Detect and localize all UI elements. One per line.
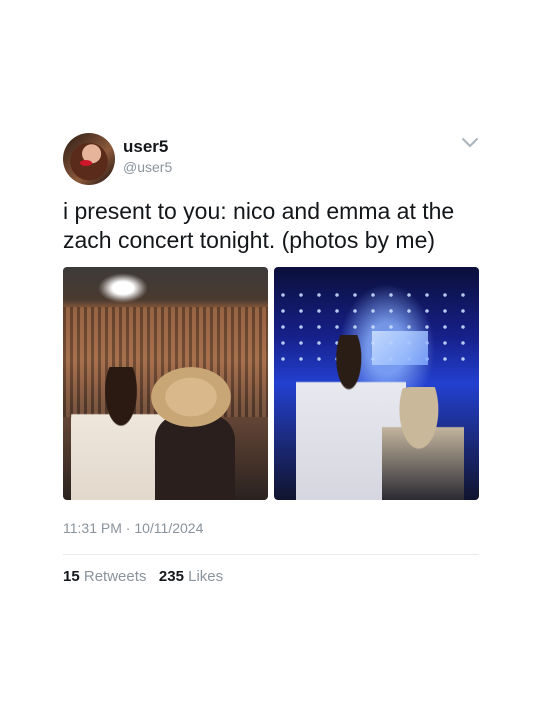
likes-stat[interactable]: 235 Likes (159, 568, 223, 585)
tweet-card: user5 @user5 i present to you: nico and … (63, 133, 479, 585)
person-dark-outfit (155, 415, 235, 500)
concert-photo-left[interactable] (63, 267, 268, 500)
timestamp-separator: · (125, 520, 131, 536)
retweets-stat[interactable]: 15 Retweets (63, 568, 146, 585)
retweets-label: Retweets (83, 568, 147, 585)
user-name[interactable]: user5 (123, 137, 168, 157)
concert-photo-right[interactable] (274, 267, 479, 500)
tweet-header: user5 @user5 (63, 133, 479, 187)
cowboy-hat (151, 367, 231, 427)
avatar-lips (80, 160, 92, 166)
retweets-count: 15 (63, 568, 80, 585)
avatar[interactable] (63, 133, 115, 185)
tweet-timestamp[interactable]: 11:31 PM · 10/11/2024 (63, 520, 479, 536)
tweet-stats: 15 Retweets 235 Likes (63, 568, 479, 585)
user-handle[interactable]: @user5 (123, 159, 172, 175)
person-blonde (382, 387, 464, 500)
likes-count: 235 (158, 568, 184, 585)
stage-screen (98, 273, 148, 303)
tweet-text: i present to you: nico and emma at the z… (63, 198, 455, 253)
chevron-down-icon[interactable] (461, 136, 479, 150)
tweet-date: 10/11/2024 (134, 520, 204, 536)
tweet-media (63, 267, 479, 500)
likes-label: Likes (188, 568, 224, 585)
divider (63, 554, 479, 555)
tweet-time: 11:31 PM (63, 520, 122, 536)
